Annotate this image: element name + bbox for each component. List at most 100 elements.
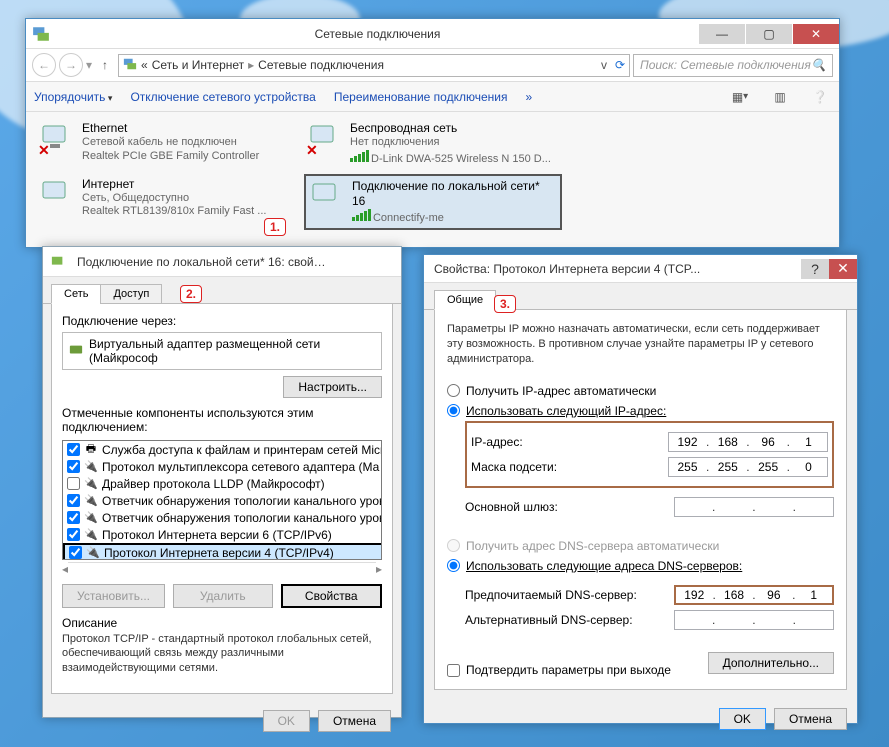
radio-ip-manual[interactable]: Использовать следующий IP-адрес: — [447, 404, 834, 418]
protocol-icon: 🔌 — [84, 494, 98, 508]
breadcrumb-bar[interactable]: « Сеть и Интернет ▸ Сетевые подключения … — [118, 54, 630, 77]
component-row-ipv4[interactable]: 🔌Протокол Интернета версии 4 (TCP/IPv4) — [63, 543, 382, 560]
scroll-right-icon[interactable]: ▸ — [376, 562, 382, 576]
internet-icon — [40, 177, 76, 213]
props-titlebar: Подключение по локальной сети* 16: свой… — [43, 247, 401, 277]
service-icon: 🖶 — [84, 443, 98, 457]
rename-connection-button[interactable]: Переименование подключения — [334, 90, 508, 104]
close-button[interactable]: ✕ — [793, 24, 839, 44]
protocol-icon: 🔌 — [84, 460, 98, 474]
search-input[interactable]: Поиск: Сетевые подключения 🔍 — [633, 54, 833, 77]
close-button[interactable]: ✕ — [829, 259, 857, 279]
maximize-button[interactable]: ▢ — [746, 24, 792, 44]
connection-item-local16[interactable]: Подключение по локальной сети* 16 Connec… — [304, 174, 562, 231]
subnet-mask-label: Маска подсети: — [471, 460, 668, 474]
description-group: Описание Протокол TCP/IP - стандартный п… — [62, 616, 382, 675]
component-row[interactable]: 🔌Драйвер протокола LLDP (Майкрософт) — [63, 475, 382, 492]
description-text: Протокол TCP/IP - стандартный протокол г… — [62, 632, 382, 675]
component-row[interactable]: 🔌Протокол Интернета версии 6 (TCP/IPv6) — [63, 526, 382, 543]
adapter-field: Виртуальный адаптер размещенной сети (Ма… — [62, 332, 382, 370]
gateway-label: Основной шлюз: — [465, 500, 674, 514]
wifi-icon: ✕ — [308, 121, 344, 157]
component-row[interactable]: 🔌Ответчик обнаружения топологии канально… — [63, 492, 382, 509]
protocol-icon: 🔌 — [84, 477, 98, 491]
signal-bars-icon — [350, 150, 369, 162]
organize-menu[interactable]: Упорядочить — [34, 90, 112, 104]
props-tabs: Сеть Доступ — [43, 277, 401, 304]
callout-1: 1. — [264, 218, 286, 236]
preferred-dns-label: Предпочитаемый DNS-сервер: — [465, 588, 674, 602]
component-row[interactable]: 🔌Протокол мультиплексора сетевого адапте… — [63, 458, 382, 475]
help-button[interactable]: ? — [801, 259, 829, 279]
callout-3: 3. — [494, 295, 516, 313]
ok-button[interactable]: OK — [263, 710, 310, 732]
minimize-button[interactable]: — — [699, 24, 745, 44]
uninstall-button[interactable]: Удалить — [173, 584, 273, 608]
ipv4-title: Свойства: Протокол Интернета версии 4 (T… — [434, 262, 801, 276]
network-icon — [32, 25, 50, 43]
connection-item-wifi[interactable]: ✕ Беспроводная сеть Нет подключения D-Li… — [304, 118, 562, 170]
ipv4-body: Параметры IP можно назначать автоматичес… — [434, 310, 847, 690]
signal-bars-icon — [352, 209, 371, 221]
ipv4-properties-window: Свойства: Протокол Интернета версии 4 (T… — [423, 254, 858, 724]
components-label: Отмеченные компоненты используются этим … — [62, 406, 382, 434]
breadcrumb-dropdown-icon[interactable]: v — [601, 58, 607, 72]
cancel-button[interactable]: Отмена — [318, 710, 391, 732]
callout-2: 2. — [180, 285, 202, 303]
search-icon: 🔍 — [811, 58, 826, 72]
network-icon — [123, 57, 137, 74]
back-button[interactable]: ← — [32, 53, 56, 77]
up-button[interactable]: ↑ — [95, 58, 115, 72]
recent-dropdown-icon[interactable]: ▾ — [86, 58, 92, 72]
ip-address-input[interactable]: 192. 168. 96. 1 — [668, 432, 828, 452]
ipv4-titlebar: Свойства: Протокол Интернета версии 4 (T… — [424, 255, 857, 283]
component-list: 🖶Служба доступа к файлам и принтерам сет… — [62, 440, 382, 560]
view-options-icon[interactable]: ▦▾ — [729, 86, 751, 108]
radio-ip-auto[interactable]: Получить IP-адрес автоматически — [447, 384, 834, 398]
refresh-icon[interactable]: ⟳ — [615, 58, 625, 72]
tab-general[interactable]: Общие — [434, 290, 496, 310]
preferred-dns-input[interactable]: 192. 168. 96. 1 — [674, 585, 834, 605]
cancel-button[interactable]: Отмена — [774, 708, 847, 730]
tab-access[interactable]: Доступ — [100, 284, 162, 304]
forward-button[interactable]: → — [59, 53, 83, 77]
connection-item-internet[interactable]: Интернет Сеть, Общедоступно Realtek RTL8… — [36, 174, 294, 231]
explorer-title: Сетевые подключения — [56, 27, 699, 41]
breadcrumb-part2[interactable]: Сетевые подключения — [258, 58, 384, 72]
properties-button[interactable]: Свойства — [281, 584, 383, 608]
protocol-icon: 🔌 — [84, 528, 98, 542]
help-icon[interactable]: ❔ — [809, 86, 831, 108]
component-row[interactable]: 🖶Служба доступа к файлам и принтерам сет… — [63, 441, 382, 458]
connect-via-label: Подключение через: — [62, 314, 382, 328]
tab-network[interactable]: Сеть — [51, 284, 101, 304]
connection-list: ✕ Ethernet Сетевой кабель не подключен R… — [26, 112, 839, 236]
ipv4-info: Параметры IP можно назначать автоматичес… — [447, 322, 834, 367]
connection-item-ethernet[interactable]: ✕ Ethernet Сетевой кабель не подключен R… — [36, 118, 294, 170]
alternate-dns-input[interactable]: . . . — [674, 610, 834, 630]
ethernet-icon: ✕ — [40, 121, 76, 157]
confirm-on-exit-checkbox[interactable]: Подтвердить параметры при выходе — [447, 663, 671, 677]
adapter-icon — [69, 343, 83, 360]
alternate-dns-label: Альтернативный DNS-сервер: — [465, 613, 674, 627]
ip-fields-highlight: IP-адрес: 192. 168. 96. 1 Маска подсети:… — [465, 421, 834, 488]
gateway-input[interactable]: . . . — [674, 497, 834, 517]
radio-dns-auto: Получить адрес DNS-сервера автоматически — [447, 539, 834, 553]
install-button[interactable]: Установить... — [62, 584, 165, 608]
props-body: Подключение через: Виртуальный адаптер р… — [51, 304, 393, 694]
advanced-button[interactable]: Дополнительно... — [708, 652, 834, 674]
preview-pane-icon[interactable]: ▥ — [769, 86, 791, 108]
overflow-button[interactable]: » — [525, 90, 532, 104]
disable-device-button[interactable]: Отключение сетевого устройства — [130, 90, 315, 104]
ok-button[interactable]: OK — [719, 708, 766, 730]
component-row[interactable]: 🔌Ответчик обнаружения топологии канально… — [63, 509, 382, 526]
configure-button[interactable]: Настроить... — [283, 376, 382, 398]
network-icon — [49, 253, 67, 271]
disconnected-x-icon: ✕ — [38, 142, 50, 159]
radio-dns-manual[interactable]: Использовать следующие адреса DNS-сервер… — [447, 559, 834, 573]
subnet-mask-input[interactable]: 255. 255. 255. 0 — [668, 457, 828, 477]
explorer-window: Сетевые подключения — ▢ ✕ ← → ▾ ↑ « Сеть… — [25, 18, 840, 248]
disconnected-x-icon: ✕ — [306, 142, 318, 159]
breadcrumb-part1[interactable]: Сеть и Интернет — [152, 58, 244, 72]
ip-address-label: IP-адрес: — [471, 435, 668, 449]
props-title: Подключение по локальной сети* 16: свой… — [73, 255, 401, 269]
